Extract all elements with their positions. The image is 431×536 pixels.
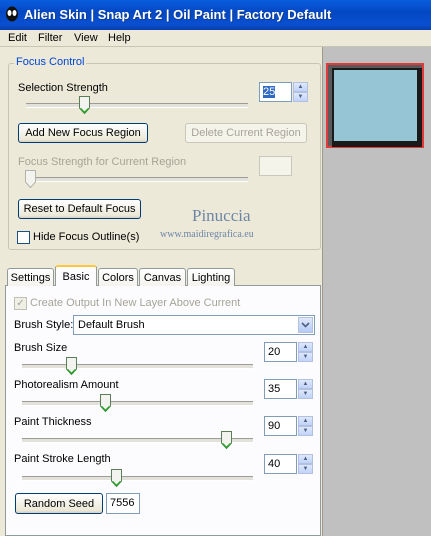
menu-view[interactable]: View: [74, 32, 98, 44]
region-strength-spinner[interactable]: [259, 156, 309, 176]
paint-thickness-spinner[interactable]: 90 ▲ ▼: [264, 416, 314, 436]
tab-basic[interactable]: Basic: [55, 265, 97, 286]
tab-colors[interactable]: Colors: [98, 268, 138, 286]
spin-down-icon[interactable]: ▼: [298, 389, 313, 399]
selection-strength-slider[interactable]: [79, 96, 90, 114]
paint-thickness-label: Paint Thickness: [14, 416, 92, 428]
brush-size-track: [22, 364, 253, 369]
title-bar: Alien Skin | Snap Art 2 | Oil Paint | Fa…: [0, 0, 431, 30]
region-strength-label: Focus Strength for Current Region: [18, 156, 187, 168]
menu-edit[interactable]: Edit: [8, 32, 27, 44]
photorealism-slider[interactable]: [100, 394, 111, 412]
chevron-down-icon[interactable]: [298, 317, 313, 333]
brush-style-value: Default Brush: [78, 319, 145, 331]
spin-down-icon[interactable]: ▼: [298, 352, 313, 362]
brush-size-slider[interactable]: [66, 357, 77, 375]
brush-size-input[interactable]: 20: [264, 342, 297, 362]
preview-image: [332, 68, 422, 147]
spin-up-icon[interactable]: ▲: [293, 82, 308, 92]
spin-up-icon[interactable]: ▲: [298, 416, 313, 426]
photorealism-input[interactable]: 35: [264, 379, 297, 399]
tab-settings[interactable]: Settings: [7, 268, 54, 286]
menu-bar: Edit Filter View Help: [0, 30, 431, 47]
photorealism-spinner[interactable]: 35 ▲ ▼: [264, 379, 314, 399]
spin-down-icon[interactable]: ▼: [293, 92, 308, 102]
spin-up-icon[interactable]: ▲: [298, 454, 313, 464]
menu-help[interactable]: Help: [108, 32, 131, 44]
hide-focus-outline-checkbox[interactable]: [17, 231, 30, 244]
random-seed-button[interactable]: Random Seed: [15, 493, 103, 514]
photorealism-track: [22, 401, 253, 406]
reset-focus-button[interactable]: Reset to Default Focus: [18, 199, 141, 219]
region-strength-slider[interactable]: [25, 170, 36, 188]
stroke-length-track: [22, 476, 253, 481]
stroke-length-spinner[interactable]: 40 ▲ ▼: [264, 454, 314, 474]
alien-skin-logo-icon: [6, 6, 18, 22]
window-title: Alien Skin | Snap Art 2 | Oil Paint | Fa…: [24, 7, 332, 22]
selection-strength-input[interactable]: 25: [259, 82, 292, 102]
region-strength-track: [26, 177, 248, 182]
stroke-length-slider[interactable]: [111, 469, 122, 487]
selection-strength-track: [26, 103, 248, 108]
paint-thickness-slider[interactable]: [221, 431, 232, 449]
random-seed-input[interactable]: 7556: [106, 493, 140, 514]
create-output-label: Create Output In New Layer Above Current: [30, 297, 241, 309]
brush-style-dropdown[interactable]: Default Brush: [73, 315, 315, 335]
region-strength-input[interactable]: [259, 156, 292, 176]
menu-filter[interactable]: Filter: [38, 32, 62, 44]
create-output-checkbox[interactable]: ✓: [14, 297, 27, 310]
stroke-length-label: Paint Stroke Length: [14, 453, 111, 465]
preview-thumbnail[interactable]: [326, 63, 424, 148]
stroke-length-input[interactable]: 40: [264, 454, 297, 474]
tab-canvas[interactable]: Canvas: [139, 268, 186, 286]
spin-up-icon[interactable]: ▲: [298, 342, 313, 352]
selection-strength-spinner[interactable]: 25 ▲ ▼: [259, 82, 309, 102]
brush-style-label: Brush Style:: [14, 319, 74, 331]
brush-size-label: Brush Size: [14, 342, 68, 354]
selection-strength-label: Selection Strength: [18, 82, 108, 94]
brush-size-spinner[interactable]: 20 ▲ ▼: [264, 342, 314, 362]
delete-focus-region-button[interactable]: Delete Current Region: [185, 123, 307, 143]
watermark-name: Pinuccia: [192, 206, 251, 225]
spin-down-icon[interactable]: ▼: [298, 426, 313, 436]
tab-lighting[interactable]: Lighting: [187, 268, 235, 286]
paint-thickness-input[interactable]: 90: [264, 416, 297, 436]
photorealism-label: Photorealism Amount: [14, 379, 119, 391]
watermark-url: www.maidiregrafica.eu: [160, 229, 254, 240]
paint-thickness-track: [22, 438, 253, 443]
spin-up-icon[interactable]: ▲: [298, 379, 313, 389]
hide-focus-outline-label: Hide Focus Outline(s): [33, 231, 140, 243]
add-focus-region-button[interactable]: Add New Focus Region: [18, 123, 148, 143]
focus-control-label: Focus Control: [14, 56, 87, 68]
spin-down-icon[interactable]: ▼: [298, 464, 313, 474]
